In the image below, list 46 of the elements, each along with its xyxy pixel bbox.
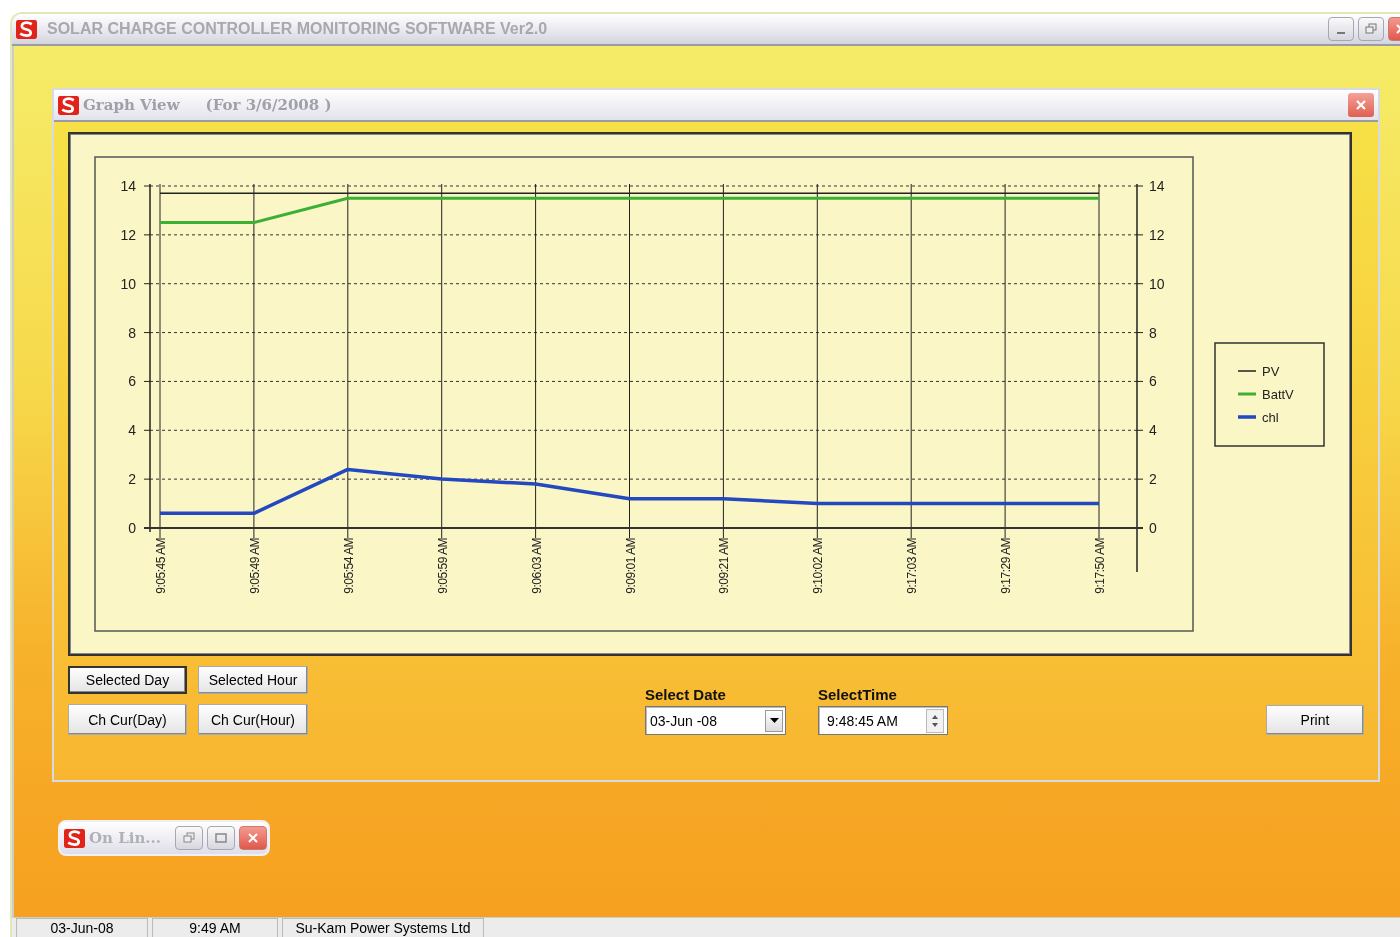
tick-label: 14 xyxy=(120,178,136,194)
tick-label: 0 xyxy=(128,520,136,536)
tick-label: 12 xyxy=(1149,226,1165,243)
tick-label: 6 xyxy=(128,373,136,390)
field-label: Select Date xyxy=(645,686,727,703)
tick-label: 2 xyxy=(1149,471,1157,488)
tick-label: 9:17:03 AM xyxy=(905,538,920,594)
tick-label: 14 xyxy=(1149,178,1165,194)
tick-label: 10 xyxy=(1149,275,1165,292)
tick-label: 9:09:01 AM xyxy=(623,538,638,594)
tick-label: 9:05:54 AM xyxy=(341,538,356,594)
chart-current-button[interactable]: Ch Cur(Day) xyxy=(68,704,187,735)
legend-label: PV xyxy=(1262,364,1280,379)
status-panel: Su-Kam Power Systems Ltd xyxy=(282,918,484,937)
legend-label: BattV xyxy=(1262,387,1294,402)
tick-label: 9:05:49 AM xyxy=(247,538,262,594)
date-dropdown[interactable]: 03-Jun -08 xyxy=(645,706,786,735)
tick-label: 0 xyxy=(1149,520,1157,536)
field-label: SelectTime xyxy=(818,686,898,703)
tick-label: 9:06:03 AM xyxy=(529,538,544,594)
window-title: SOLAR CHARGE CONTROLLER MONITORING SOFTWARE Ver2.0 xyxy=(47,20,548,38)
tick-label: 9:17:29 AM xyxy=(999,538,1014,594)
tick-label: 9:09:21 AM xyxy=(717,538,732,594)
window-title: Graph View xyxy=(83,96,180,114)
legend-label: chl xyxy=(1262,410,1279,425)
status-panel: 03-Jun-08 xyxy=(16,918,148,937)
status-panel: 9:49 AM xyxy=(152,918,278,937)
tick-label: 9:05:45 AM xyxy=(154,538,168,594)
tick-label: 6 xyxy=(1149,373,1157,390)
tick-label: 8 xyxy=(1149,324,1157,341)
chart-current-button[interactable]: Ch Cur(Hour) xyxy=(198,704,308,735)
tick-label: 12 xyxy=(120,226,136,243)
tick-label: 9:05:59 AM xyxy=(435,538,450,594)
tick-label: 2 xyxy=(128,471,136,488)
tick-label: 4 xyxy=(1149,422,1157,439)
tick-label: 8 xyxy=(128,324,136,341)
print-button[interactable]: Print xyxy=(1266,705,1364,735)
time-field[interactable]: 9:48:45 AM xyxy=(818,706,948,735)
window-title: On Lin... xyxy=(89,829,162,847)
mode-button[interactable]: Selected Day xyxy=(68,666,187,694)
tick-label: 10 xyxy=(120,275,136,292)
tick-label: 9:17:50 AM xyxy=(1093,538,1107,594)
tick-label: 4 xyxy=(128,422,136,439)
window-subtitle: (For 3/6/2008 ) xyxy=(205,96,332,114)
mode-button[interactable]: Selected Hour xyxy=(198,666,308,694)
tick-label: 9:10:02 AM xyxy=(811,538,826,594)
